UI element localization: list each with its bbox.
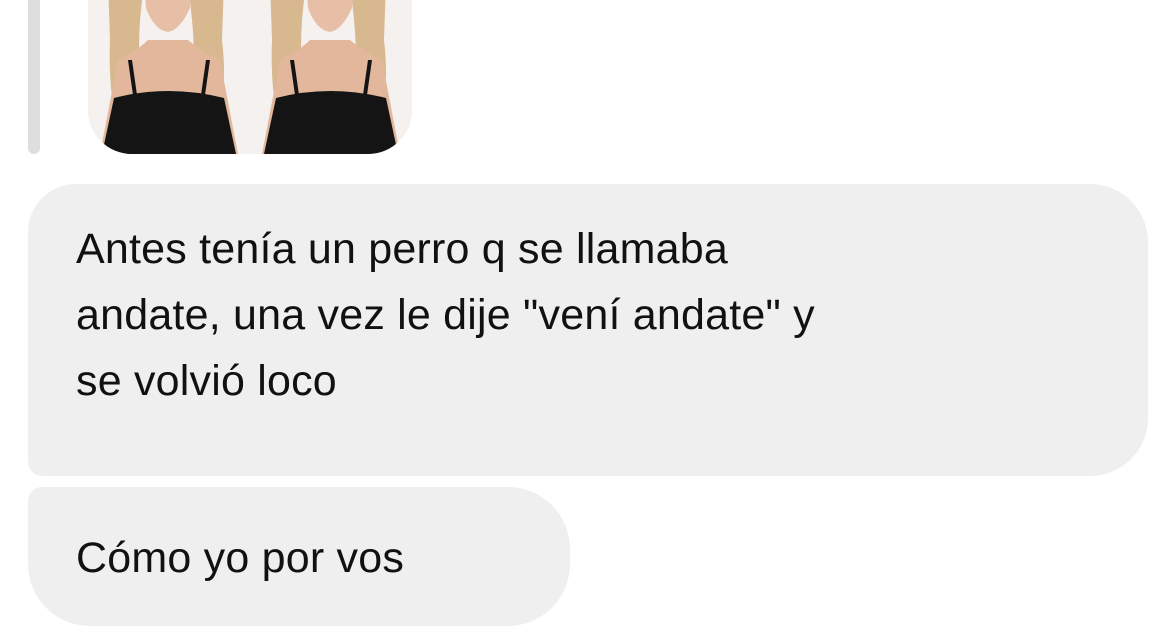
message-line: Antes tenía un perro q se llamaba	[76, 225, 728, 273]
photo-icon	[250, 0, 412, 154]
message-text: Cómo yo por vos	[76, 525, 404, 591]
message-bubble[interactable]: Antes tenía un perro q se llamaba andate…	[28, 184, 1148, 476]
photo-attachment[interactable]	[88, 0, 412, 154]
reply-indicator-bar	[28, 0, 40, 154]
photo-thumbnail	[250, 0, 412, 154]
photo-thumbnail	[88, 0, 250, 154]
message-text: Antes tenía un perro q se llamaba andate…	[76, 216, 1136, 414]
message-line: Cómo yo por vos	[76, 534, 405, 582]
photo-icon	[88, 0, 250, 154]
message-line: se volvió loco	[76, 357, 337, 405]
chat-thread: Antes tenía un perro q se llamaba andate…	[0, 0, 1170, 626]
message-line: andate, una vez le dije "vení andate" y	[76, 291, 815, 339]
message-bubble[interactable]: Cómo yo por vos	[28, 487, 570, 626]
